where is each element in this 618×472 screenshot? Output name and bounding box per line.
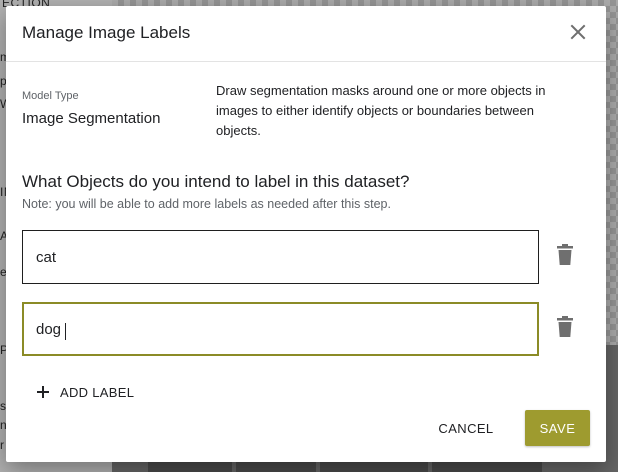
delete-label-button[interactable]	[556, 244, 574, 266]
save-button[interactable]: SAVE	[525, 410, 590, 446]
model-type-value: Image Segmentation	[22, 110, 161, 127]
close-button[interactable]	[568, 22, 588, 42]
model-description: Draw segmentation masks around one or mo…	[216, 83, 546, 138]
model-type-label: Model Type	[22, 90, 79, 102]
manage-labels-dialog: Manage Image Labels Model Type Image Seg…	[6, 6, 606, 462]
trash-icon	[557, 244, 573, 265]
label-input-cat[interactable]	[22, 230, 539, 284]
dialog-title: Manage Image Labels	[22, 23, 191, 42]
close-icon	[570, 24, 586, 40]
text-caret	[65, 323, 66, 340]
labels-note: Note: you will be able to add more label…	[22, 197, 391, 211]
delete-label-button[interactable]	[556, 316, 574, 338]
add-label-text: ADD LABEL	[60, 384, 135, 400]
trash-icon	[557, 316, 573, 337]
label-input-dog[interactable]	[22, 302, 539, 356]
plus-icon	[37, 386, 49, 398]
cancel-button[interactable]: CANCEL	[426, 410, 506, 446]
add-label-button[interactable]: ADD LABEL	[36, 382, 134, 402]
dialog-header: Manage Image Labels	[6, 6, 606, 62]
labels-question: What Objects do you intend to label in t…	[22, 172, 410, 191]
